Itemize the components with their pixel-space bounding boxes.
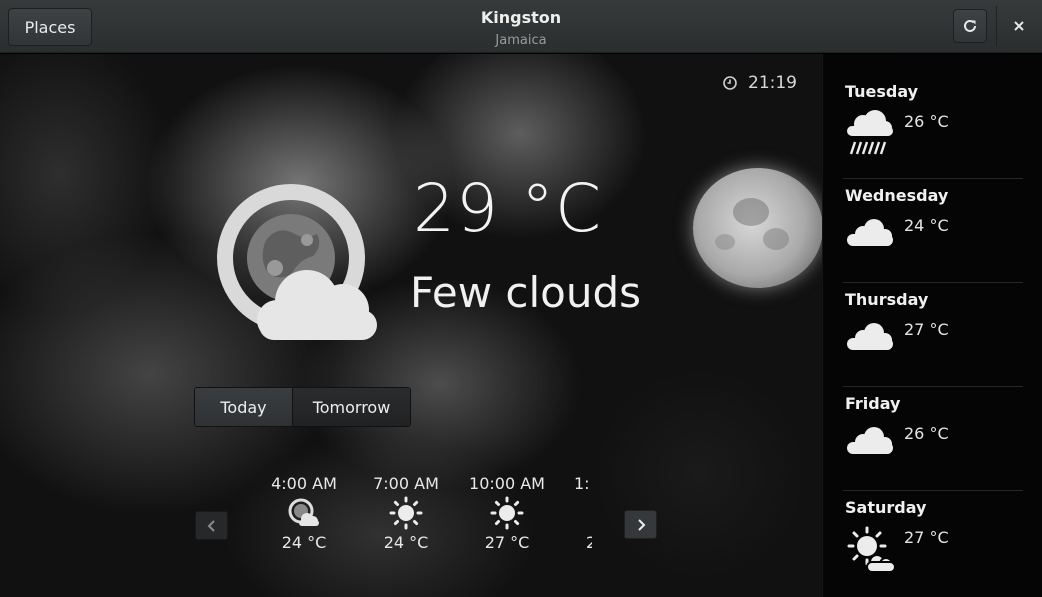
day-switcher: Today Tomorrow [194, 387, 411, 427]
header-bar: Places Kingston Jamaica [0, 0, 1042, 53]
today-label: Today [220, 397, 267, 417]
hourly-item: 1: 2 [528, 474, 592, 552]
forecast-temp: 26 °C [904, 112, 949, 131]
forecast-day-name: Wednesday [845, 186, 949, 205]
current-temperature: 29 °C [413, 170, 603, 247]
current-time: 21:19 [722, 73, 797, 93]
clear-icon [490, 496, 524, 530]
forecast-day-name: Friday [845, 394, 901, 413]
refresh-icon [964, 19, 976, 32]
forecast-day: Thursday 27 °C [845, 290, 1035, 350]
moon-background-image [693, 168, 822, 288]
hourly-item: 7:00 AM 24 °C [354, 474, 458, 552]
forecast-temp: 27 °C [904, 320, 949, 339]
clock-icon [723, 76, 737, 90]
overcast-icon [847, 427, 893, 454]
few-clouds-night-icon [217, 184, 377, 340]
hourly-forecast: 4:00 AM 24 °C 7:00 AM 24 °C 10:00 AM 27 … [252, 474, 592, 574]
hourly-temp: 2 [586, 533, 592, 552]
daily-forecast-sidebar: Tuesday 26 °C Wednesday 24 °C Thursday 2… [822, 54, 1042, 597]
close-button[interactable] [1004, 9, 1034, 43]
hourly-temp: 24 °C [281, 533, 327, 552]
forecast-day-name: Thursday [845, 290, 929, 309]
tomorrow-toggle[interactable]: Tomorrow [293, 388, 410, 426]
hourly-time: 1: [574, 474, 590, 493]
clear-icon [389, 496, 423, 530]
chevron-left-icon [207, 519, 215, 532]
window-title: Kingston [480, 8, 562, 27]
hourly-time: 7:00 AM [373, 474, 439, 493]
forecast-day-name: Saturday [845, 498, 927, 517]
time-text: 21:19 [748, 73, 797, 93]
refresh-button[interactable] [953, 9, 987, 43]
overcast-icon [847, 323, 893, 350]
hourly-temp: 24 °C [383, 533, 429, 552]
forecast-day: Tuesday 26 °C [845, 82, 1035, 155]
window-subtitle: Jamaica [495, 33, 547, 48]
current-weather-panel: 21:19 29 °C Few clouds Today Tomorrow 4:… [0, 54, 822, 597]
chevron-right-icon [637, 518, 645, 531]
forecast-day-name: Tuesday [845, 82, 919, 101]
hourly-next-button[interactable] [624, 510, 657, 539]
close-icon [1014, 21, 1024, 31]
today-toggle[interactable]: Today [195, 388, 293, 426]
overcast-icon [847, 219, 893, 246]
forecast-day: Friday 26 °C [845, 394, 1035, 454]
hourly-time: 4:00 AM [271, 474, 337, 493]
hourly-previous-button[interactable] [195, 511, 228, 540]
forecast-temp: 27 °C [904, 528, 949, 547]
forecast-day: Saturday 27 °C [845, 498, 1035, 573]
forecast-day: Wednesday 24 °C [845, 186, 1035, 246]
showers-icon [847, 110, 893, 155]
forecast-temp: 26 °C [904, 424, 949, 443]
few-clouds-night-icon [288, 498, 319, 526]
header-separator [996, 6, 997, 46]
few-clouds-day-icon [847, 526, 896, 573]
forecast-temp: 24 °C [904, 216, 949, 235]
tomorrow-label: Tomorrow [312, 397, 391, 417]
hourly-item: 4:00 AM 24 °C [252, 474, 356, 552]
current-summary: Few clouds [410, 268, 642, 317]
